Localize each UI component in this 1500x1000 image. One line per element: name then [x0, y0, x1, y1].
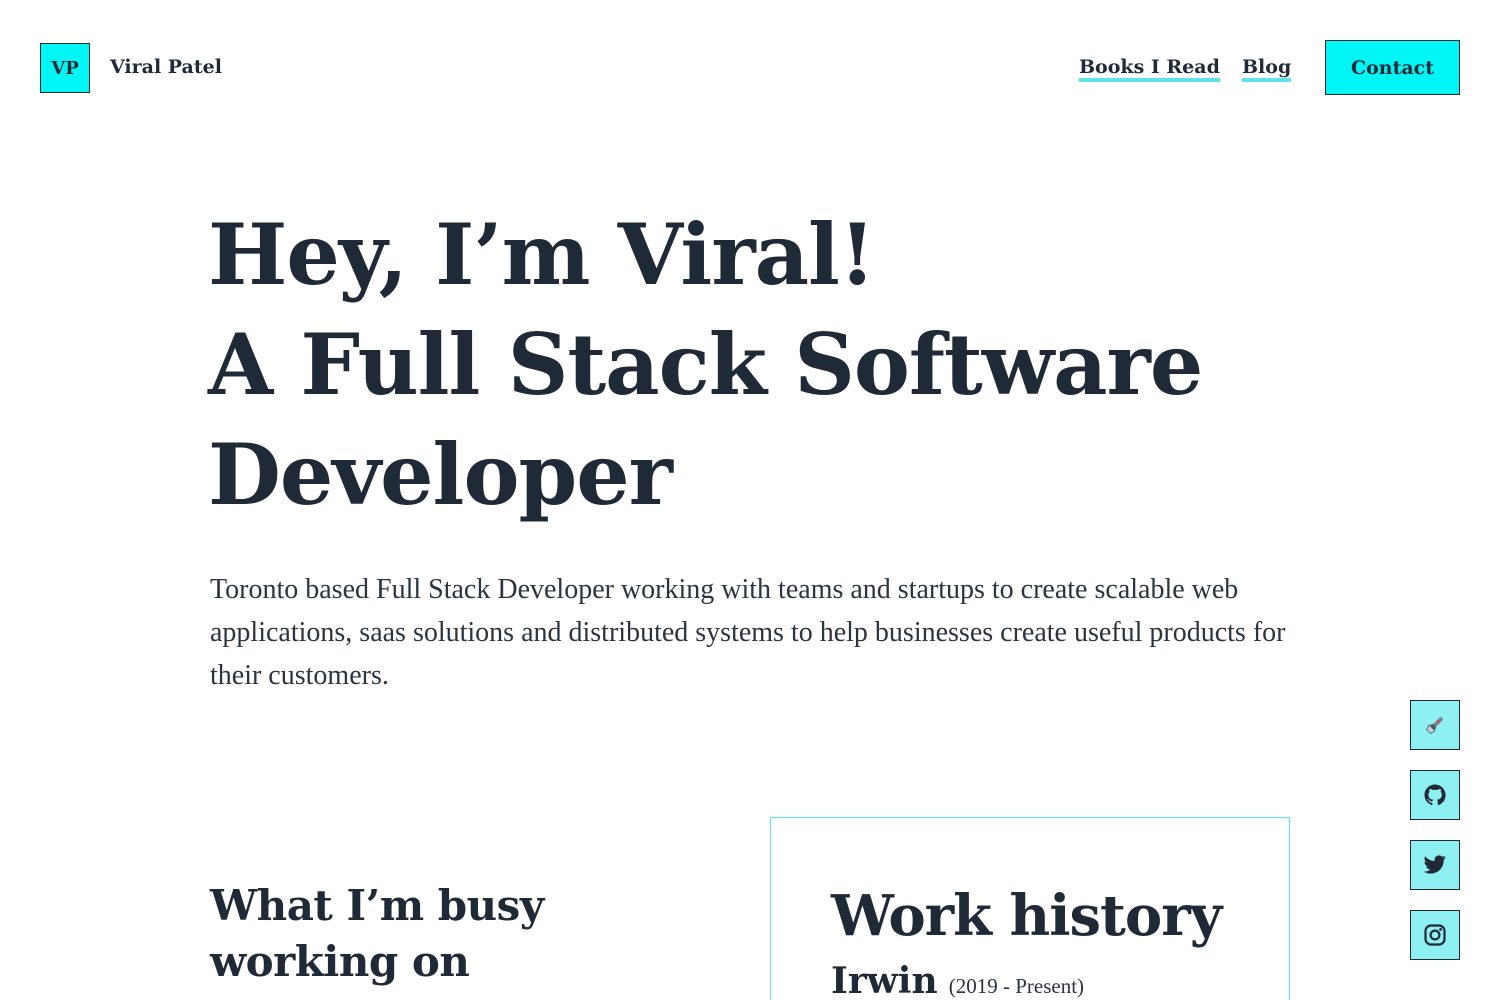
job-period: (2019 - Present)	[948, 974, 1085, 998]
twitter-icon	[1423, 855, 1446, 874]
hero-title-line-1: Hey, I’m Viral!	[208, 205, 876, 304]
job-entry: Irwin (2019 - Present)	[831, 960, 1084, 1000]
nav-link-blog[interactable]: Blog	[1242, 56, 1292, 82]
instagram-link-button[interactable]	[1410, 910, 1460, 960]
contact-button[interactable]: Contact	[1325, 40, 1460, 95]
logo-badge[interactable]: VP	[40, 43, 90, 93]
github-icon	[1424, 784, 1446, 806]
work-history-card: Work history Irwin (2019 - Present)	[770, 817, 1290, 1000]
busy-working-heading: What I’m busy working on	[210, 881, 544, 986]
hero-description: Toronto based Full Stack Developer worki…	[210, 574, 1286, 691]
nav-link-books[interactable]: Books I Read	[1079, 56, 1220, 82]
hero-title: Hey, I’m Viral! A Full Stack Software De…	[208, 200, 1208, 530]
theme-toggle-button[interactable]	[1410, 700, 1460, 750]
hero-title-line-2: A Full Stack Software	[208, 315, 1203, 414]
site-header: VP Viral Patel Books I Read Blog Contact	[0, 0, 1500, 135]
page: VP Viral Patel Books I Read Blog Contact…	[0, 0, 1500, 1000]
twitter-link-button[interactable]	[1410, 840, 1460, 890]
github-link-button[interactable]	[1410, 770, 1460, 820]
brand-name-link[interactable]: Viral Patel	[110, 56, 222, 78]
flashlight-icon	[1426, 716, 1444, 734]
hero-title-line-3: Developer	[208, 425, 673, 524]
instagram-icon	[1424, 924, 1446, 946]
work-history-title: Work history	[831, 883, 1222, 949]
job-company: Irwin	[831, 960, 938, 1000]
